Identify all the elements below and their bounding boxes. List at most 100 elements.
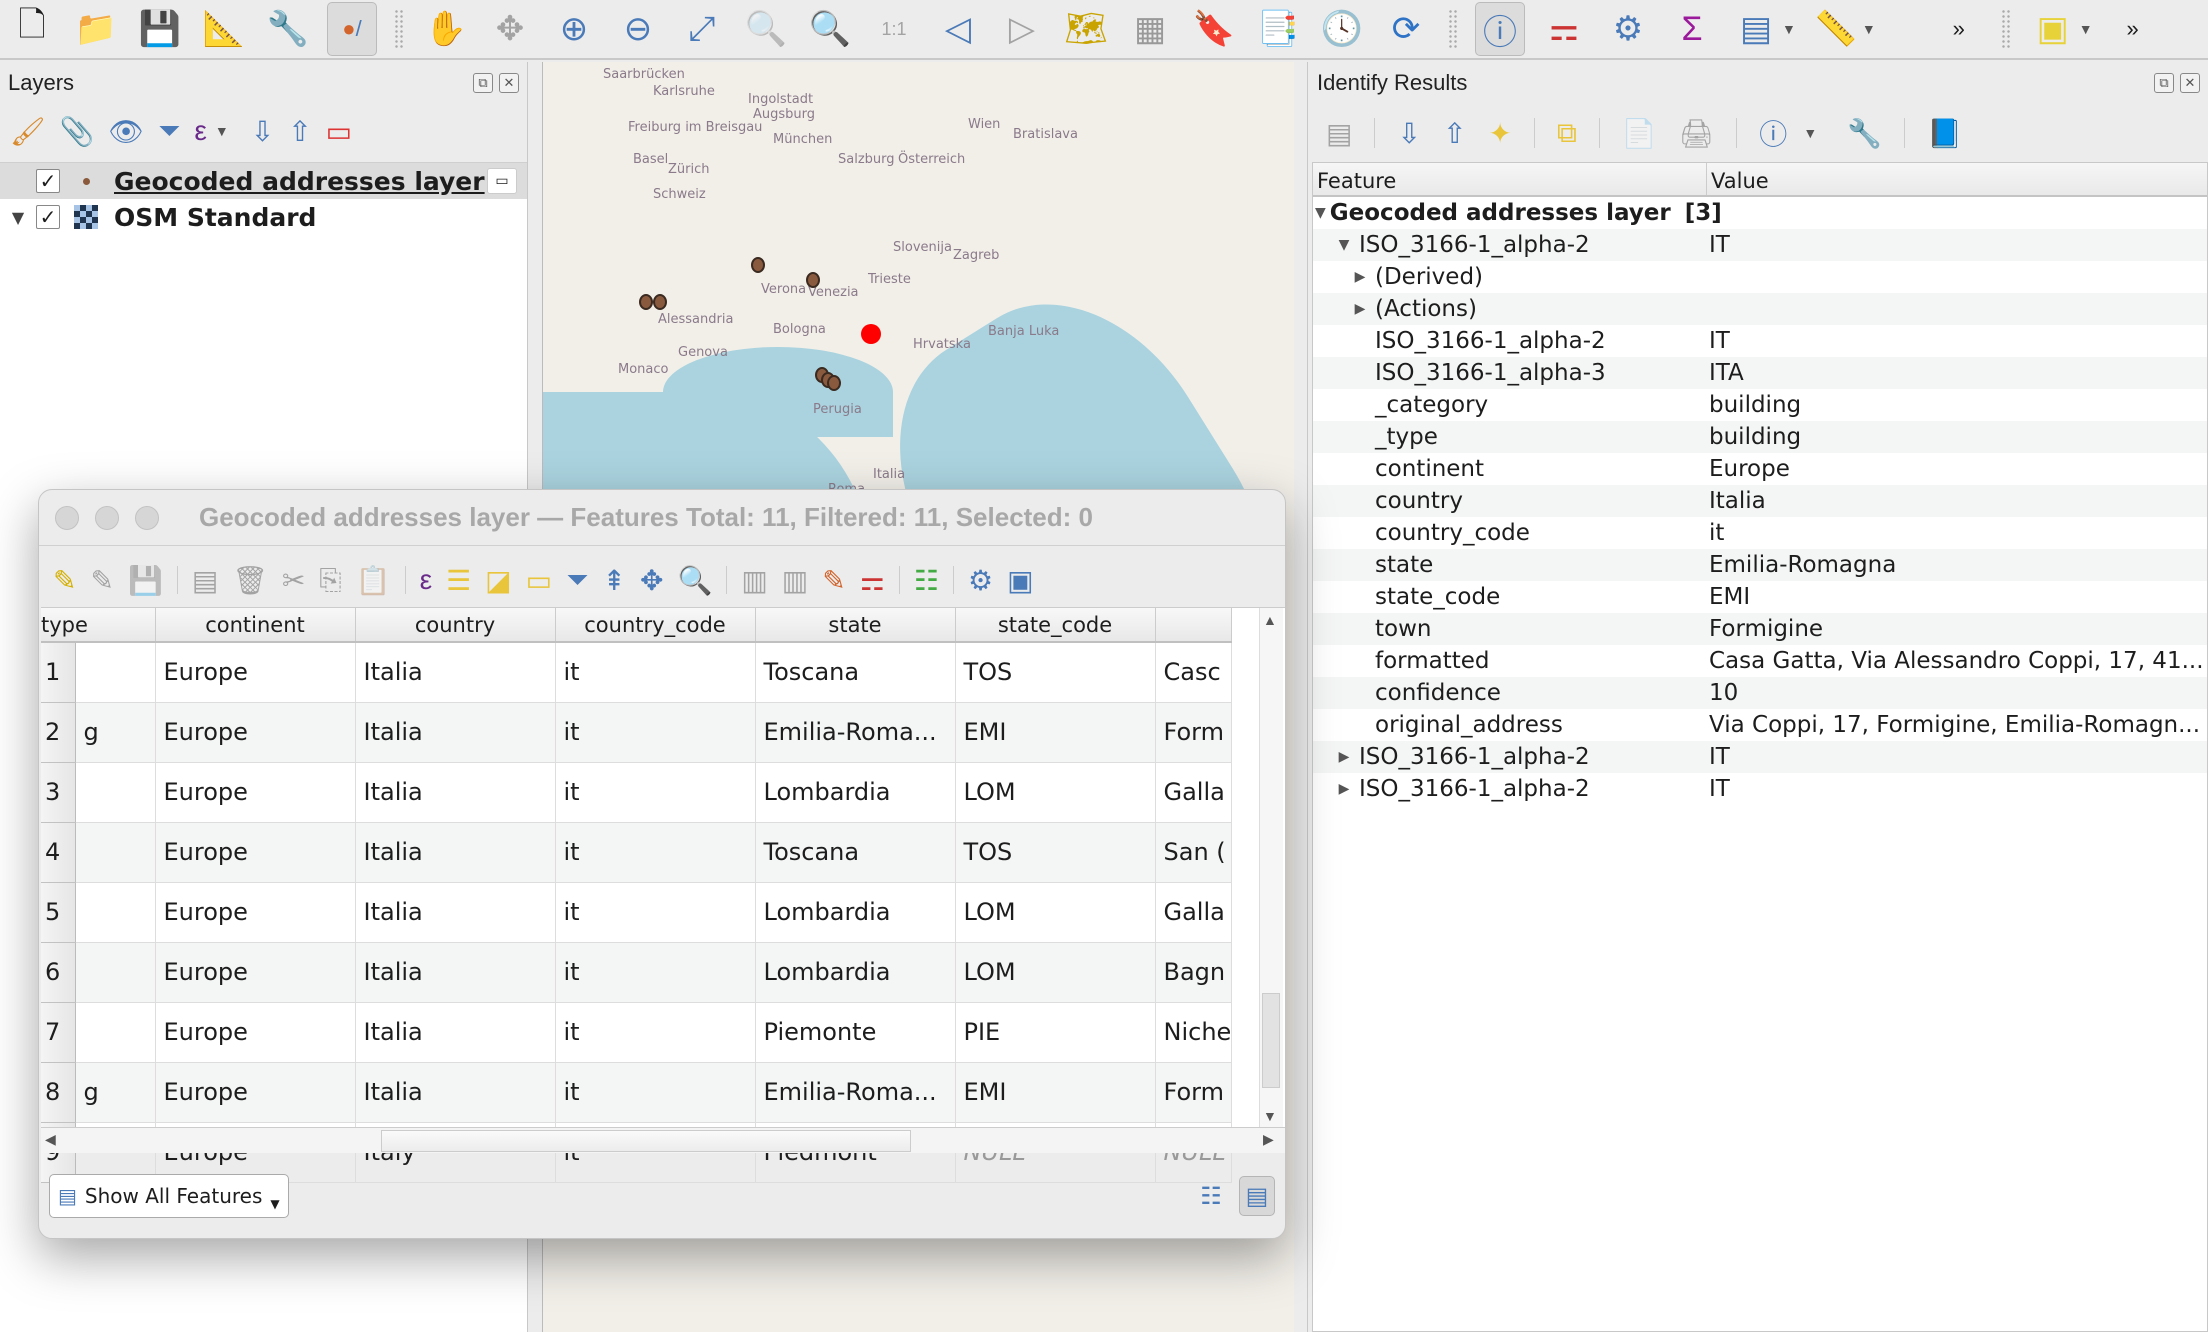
table-cell[interactable]: Europe xyxy=(155,642,356,703)
toolbar-overflow-icon[interactable]: » xyxy=(1934,2,1984,56)
organize-columns-icon[interactable]: ✎ xyxy=(822,564,845,597)
float-panel-icon[interactable]: ⧉ xyxy=(2154,73,2174,93)
attribute-row[interactable]: town Formigine xyxy=(1313,613,2207,645)
column-header-country[interactable]: country xyxy=(355,608,556,643)
print-icon[interactable]: 🖨 xyxy=(1679,117,1715,150)
attribute-row[interactable]: country_code it xyxy=(1313,517,2207,549)
select-all-icon[interactable]: ☰ xyxy=(446,564,471,597)
table-cell[interactable]: g xyxy=(75,1062,156,1123)
table-cell[interactable] xyxy=(75,1002,156,1063)
table-row[interactable]: 5 Europe Italia it Lombardia LOM Galla xyxy=(41,882,1233,943)
column-header-feature[interactable]: Feature xyxy=(1313,163,1707,195)
window-titlebar[interactable]: Geocoded addresses layer — Features Tota… xyxy=(39,490,1285,546)
table-row[interactable]: 7 Europe Italia it Piemonte PIE Niche xyxy=(41,1002,1233,1063)
table-row[interactable]: 2 g Europe Italia it Emilia-Roma... EMI Form xyxy=(41,702,1233,763)
field-calculator-icon[interactable]: ⚎ xyxy=(860,564,885,597)
open-project-icon[interactable]: 📁 xyxy=(71,2,121,56)
table-cell[interactable]: Europe xyxy=(155,1002,356,1063)
vertical-scroll-thumb[interactable] xyxy=(1262,993,1280,1088)
new-map-view-icon[interactable]: 🗺 xyxy=(1061,2,1111,56)
scroll-up-icon[interactable]: ▲ xyxy=(1263,612,1277,628)
attribute-row[interactable]: formatted Casa Gatta, Via Alessandro Copp… xyxy=(1313,645,2207,677)
table-cell[interactable]: Galla xyxy=(1155,762,1233,823)
multi-edit-icon[interactable]: ✎ xyxy=(90,564,113,597)
scroll-left-icon[interactable]: ◀ xyxy=(45,1131,56,1148)
select-by-expression-icon[interactable]: ε xyxy=(420,564,432,596)
expand-all-icon[interactable]: ⇩ xyxy=(1397,117,1420,150)
table-cell[interactable]: Europe xyxy=(155,882,356,943)
vertical-scrollbar[interactable]: ▲ ▼ xyxy=(1259,608,1283,1128)
attribute-row[interactable]: ISO_3166-1_alpha-3 ITA xyxy=(1313,357,2207,389)
layer-styling-icon[interactable]: 🖌 xyxy=(10,115,46,148)
table-cell[interactable]: Europe xyxy=(155,702,356,763)
horizontal-scrollbar[interactable]: ◀ ▶ xyxy=(41,1127,1285,1153)
table-cell[interactable]: Bagn xyxy=(1155,942,1233,1003)
help-icon[interactable]: 📘 xyxy=(1927,117,1962,150)
filter-expression-icon[interactable]: ε xyxy=(194,115,206,147)
toolbar-grip[interactable] xyxy=(2000,9,2011,49)
expand-arrow-icon[interactable]: ▶ xyxy=(1333,749,1355,765)
column-header-town[interactable] xyxy=(1155,608,1233,643)
float-panel-icon[interactable]: ⧉ xyxy=(473,73,493,93)
row-number[interactable]: 2 xyxy=(41,702,76,763)
layer-item-osm[interactable]: ▼ ✓ OSM Standard xyxy=(0,199,527,235)
manage-visibility-icon[interactable]: 👁 xyxy=(108,115,144,148)
table-cell[interactable]: Europe xyxy=(155,1062,356,1123)
table-cell[interactable]: Italia xyxy=(355,942,556,1003)
collapse-arrow-icon[interactable]: ▼ xyxy=(1315,205,1326,221)
zoom-last-icon[interactable]: ◁ xyxy=(933,2,983,56)
new-field-icon[interactable]: ▥ xyxy=(741,564,767,597)
dock-table-icon[interactable]: ▣ xyxy=(1007,564,1033,597)
expand-arrow-icon[interactable]: ▶ xyxy=(1333,781,1355,797)
row-number[interactable]: 4 xyxy=(41,822,76,883)
collapse-arrow-icon[interactable]: ▼ xyxy=(1333,237,1355,253)
table-cell[interactable]: Emilia-Roma... xyxy=(755,702,956,763)
table-cell[interactable]: Emilia-Roma... xyxy=(755,1062,956,1123)
table-cell[interactable]: San ( xyxy=(1155,822,1233,883)
select-features-icon[interactable]: ▣ xyxy=(2028,2,2078,56)
column-header-country-code[interactable]: country_code xyxy=(555,608,756,643)
table-cell[interactable]: Italia xyxy=(355,762,556,823)
memory-layer-icon[interactable]: ▭ xyxy=(487,168,517,194)
filter-legend-icon[interactable]: ⏷ xyxy=(158,115,180,148)
table-cell[interactable]: Lombardia xyxy=(755,942,956,1003)
table-row[interactable]: 4 Europe Italia it Toscana TOS San ( xyxy=(41,822,1233,883)
table-cell[interactable] xyxy=(75,822,156,883)
layer-visibility-checkbox[interactable]: ✓ xyxy=(36,169,60,193)
layer-visibility-checkbox[interactable]: ✓ xyxy=(36,205,60,229)
deselect-all-icon[interactable]: ▭ xyxy=(526,564,552,597)
attribute-row[interactable]: state_code EMI xyxy=(1313,581,2207,613)
zoom-to-selection-icon[interactable]: 🔍 xyxy=(741,2,791,56)
table-cell[interactable]: Form xyxy=(1155,702,1233,763)
table-cell[interactable]: Galla xyxy=(1155,882,1233,943)
row-number[interactable]: 5 xyxy=(41,882,76,943)
column-header-continent[interactable]: continent xyxy=(155,608,356,643)
identify-derived-row[interactable]: ▶ (Derived) xyxy=(1313,261,2207,293)
identify-mode-dropdown-icon[interactable]: ▼ xyxy=(1803,125,1817,141)
identify-feature-row[interactable]: ▶ ISO_3166-1_alpha-2 IT xyxy=(1313,773,2207,805)
new-3d-map-view-icon[interactable]: ▦ xyxy=(1125,2,1175,56)
collapse-all-icon[interactable]: ⇧ xyxy=(1443,117,1466,150)
table-cell[interactable]: g xyxy=(75,702,156,763)
identify-settings-icon[interactable]: 🔧 xyxy=(1847,117,1882,150)
new-spatial-bookmark-icon[interactable]: 🔖 xyxy=(1189,2,1239,56)
table-cell[interactable]: EMI xyxy=(955,1062,1156,1123)
attribute-row[interactable]: ISO_3166-1_alpha-2 IT xyxy=(1313,325,2207,357)
horizontal-scroll-thumb[interactable] xyxy=(381,1130,911,1152)
expand-all-icon[interactable]: ⇩ xyxy=(251,115,274,148)
table-cell[interactable]: Europe xyxy=(155,942,356,1003)
column-header-value[interactable]: Value xyxy=(1707,163,1773,195)
copy-feature-icon[interactable]: 📄 xyxy=(1622,117,1657,150)
conditional-formatting-icon[interactable]: ☷ xyxy=(914,564,939,597)
zoom-full-icon[interactable]: ⤢ xyxy=(677,2,727,56)
table-cell[interactable]: it xyxy=(555,642,756,703)
move-selection-top-icon[interactable]: ⇞ xyxy=(603,564,626,597)
expand-arrow-icon[interactable]: ▶ xyxy=(1349,301,1371,317)
scroll-right-icon[interactable]: ▶ xyxy=(1263,1131,1274,1148)
row-number[interactable]: 1 xyxy=(41,642,76,703)
pan-icon[interactable]: ✋ xyxy=(421,2,471,56)
refresh-icon[interactable]: ⟳ xyxy=(1381,2,1431,56)
label-toolbar-icon[interactable]: ● / xyxy=(327,2,377,56)
table-cell[interactable] xyxy=(75,762,156,823)
table-cell[interactable]: Piemonte xyxy=(755,1002,956,1063)
